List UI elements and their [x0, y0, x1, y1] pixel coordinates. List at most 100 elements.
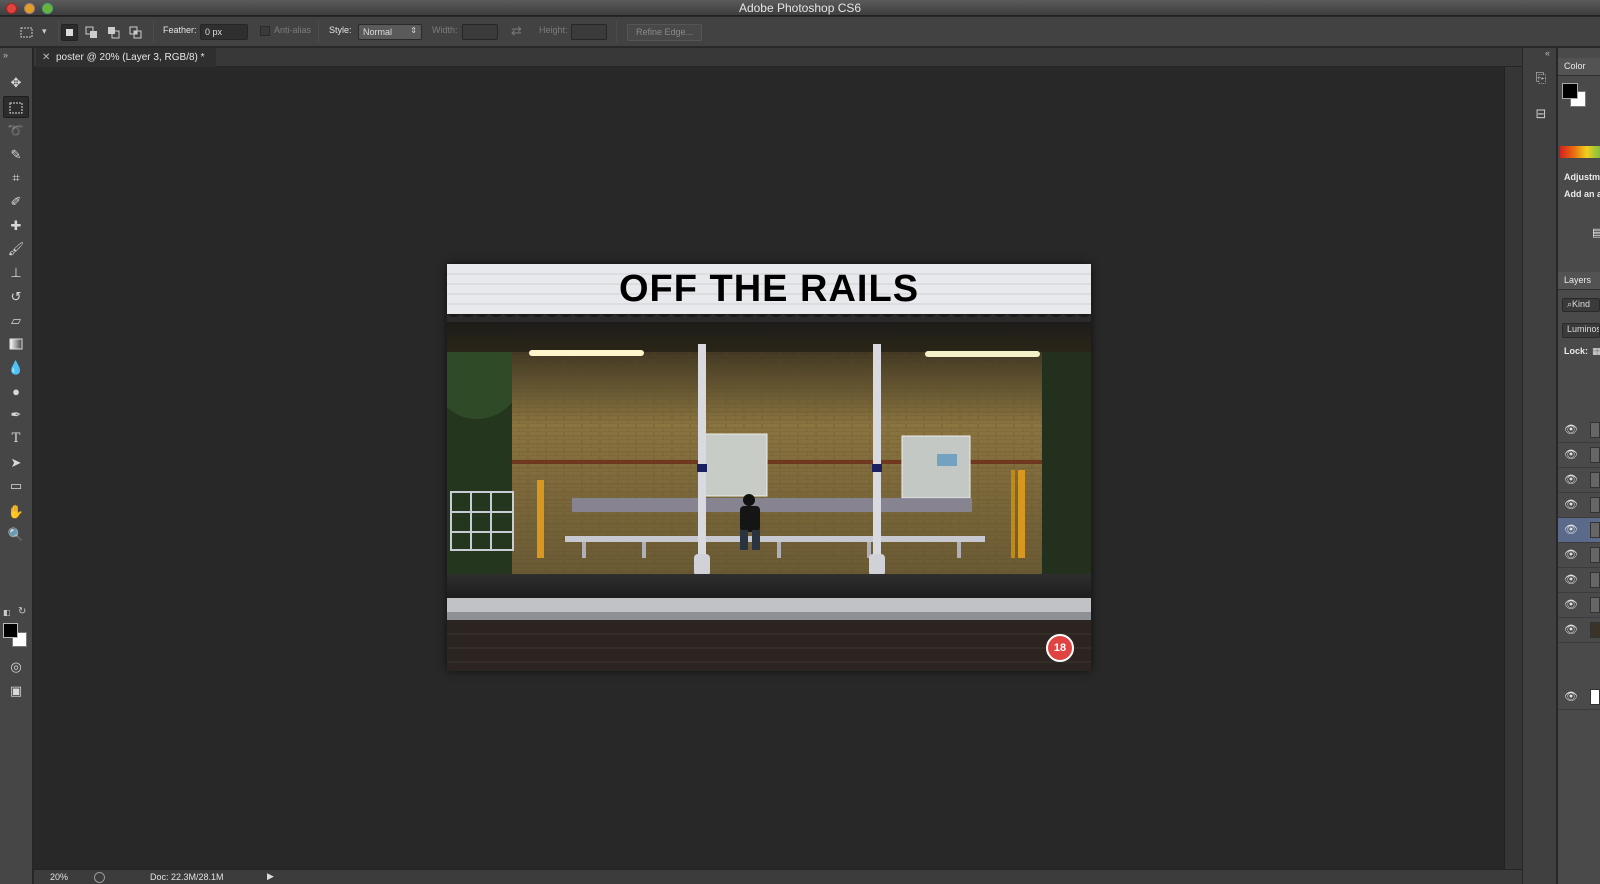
dodge-tool-icon[interactable]: ● — [3, 381, 29, 403]
history-panel-icon[interactable]: ⎘ — [1531, 70, 1551, 88]
move-tool-icon[interactable]: ✥ — [3, 72, 29, 94]
layer-thumbnail — [1590, 689, 1600, 705]
document-tab[interactable]: ✕ poster @ 20% (Layer 3, RGB/8) * — [36, 48, 216, 67]
hand-tool-icon[interactable]: ✋ — [3, 501, 29, 523]
spot-healing-tool-icon[interactable]: ✚ — [3, 215, 29, 237]
blur-tool-icon[interactable]: 💧 — [3, 357, 29, 379]
layer-row[interactable]: 👁 — [1558, 493, 1600, 518]
layer-row[interactable]: 👁 — [1558, 685, 1600, 710]
color-ramp[interactable] — [1560, 146, 1600, 158]
visibility-eye-icon[interactable]: 👁 — [1564, 598, 1578, 611]
poster-image[interactable]: OFF THE RAILS 18 — [447, 264, 1091, 671]
eyedropper-tool-icon[interactable]: ✐ — [3, 191, 29, 213]
gradient-tool-icon[interactable] — [3, 333, 29, 355]
rectangular-marquee-tool-icon[interactable] — [3, 96, 29, 118]
layer-row[interactable]: 👁 — [1558, 418, 1600, 443]
layer-kind-filter[interactable]: ⌕Kind — [1562, 298, 1600, 312]
eraser-tool-icon[interactable]: ▱ — [3, 310, 29, 332]
layers-panel-tab[interactable]: Layers — [1558, 272, 1600, 290]
swap-colors-icon[interactable]: ↻ — [18, 606, 26, 617]
rectangle-tool-icon[interactable]: ▭ — [3, 475, 29, 497]
status-info-icon[interactable] — [94, 872, 105, 883]
feather-input[interactable]: 0 px — [200, 24, 248, 40]
select-arrows-icon: ⇕ — [410, 26, 417, 35]
type-tool-icon[interactable]: T — [3, 428, 29, 450]
layer-thumbnail — [1590, 422, 1600, 438]
visibility-eye-icon[interactable]: 👁 — [1564, 690, 1578, 703]
close-document-icon[interactable]: ✕ — [42, 48, 50, 67]
add-to-selection-icon[interactable] — [83, 24, 100, 41]
anti-alias-label: Anti-alias — [274, 25, 312, 35]
chevron-down-icon[interactable]: ▾ — [42, 26, 47, 37]
layer-row[interactable]: 👁 — [1558, 593, 1600, 618]
visibility-eye-icon[interactable]: 👁 — [1564, 623, 1578, 636]
color-panel-foreground-swatch[interactable] — [1562, 83, 1578, 99]
style-select[interactable]: Normal ⇕ — [358, 24, 422, 40]
width-label: Width: — [432, 25, 458, 35]
blend-mode-select[interactable]: Luminos — [1562, 323, 1600, 338]
crop-tool-icon[interactable]: ⌗ — [3, 167, 29, 189]
marquee-tool-preset-icon[interactable] — [18, 24, 35, 41]
properties-panel-icon[interactable]: ⊟ — [1531, 106, 1551, 124]
layer-row[interactable]: 👁 — [1558, 443, 1600, 468]
height-input[interactable] — [571, 24, 607, 40]
visibility-eye-icon[interactable]: 👁 — [1564, 498, 1578, 511]
visibility-eye-icon[interactable]: 👁 — [1564, 448, 1578, 461]
document-size-info: Doc: 22.3M/28.1M — [150, 872, 224, 882]
width-input[interactable] — [462, 24, 498, 40]
collapse-dock-icon[interactable]: « — [1545, 48, 1550, 58]
path-selection-tool-icon[interactable]: ➤ — [3, 452, 29, 474]
refine-edge-button[interactable]: Refine Edge... — [627, 24, 702, 41]
canopy-valance-decoration — [447, 314, 1091, 322]
poster-title-text: OFF THE RAILS — [618, 268, 920, 310]
quick-selection-tool-icon[interactable]: ✎ — [3, 144, 29, 166]
layer-row[interactable]: 👁 — [1558, 518, 1600, 543]
tools-panel: » ✥ ➰ ✎ ⌗ ✐ ✚ 🖌 ⊥ ↺ ▱ 💧 ● ✒ T ➤ ▭ ✋ 🔍 ◧ … — [0, 48, 33, 884]
layer-row[interactable]: 👁 — [1558, 618, 1600, 643]
layer-kind-filter-label: Kind — [1572, 299, 1591, 309]
layer-thumbnail — [1590, 522, 1600, 538]
foreground-color-swatch[interactable] — [3, 623, 18, 638]
lock-label: Lock: — [1564, 346, 1589, 356]
lock-transparent-icon[interactable]: ▦ — [1592, 346, 1600, 357]
anti-alias-checkbox[interactable] — [260, 26, 270, 36]
clone-stamp-tool-icon[interactable]: ⊥ — [3, 262, 29, 284]
subtract-from-selection-icon[interactable] — [105, 24, 122, 41]
adjustments-panel-title[interactable]: Adjustm — [1564, 172, 1600, 182]
layer-thumbnail — [1590, 447, 1600, 463]
status-menu-arrow-icon[interactable]: ▶ — [267, 871, 274, 882]
vertical-scrollbar[interactable] — [1504, 67, 1522, 869]
default-colors-icon[interactable]: ◧ — [3, 608, 11, 617]
app-title: Adobe Photoshop CS6 — [738, 1, 862, 15]
zoom-tool-icon[interactable]: 🔍 — [3, 524, 29, 546]
zoom-level-field[interactable]: 20% — [50, 872, 68, 882]
new-selection-icon[interactable] — [61, 24, 78, 41]
layer-row[interactable]: 👁 — [1558, 543, 1600, 568]
visibility-eye-icon[interactable]: 👁 — [1564, 573, 1578, 586]
brush-tool-icon[interactable]: 🖌 — [3, 238, 29, 260]
collapse-toolbar-icon[interactable]: » — [3, 50, 8, 60]
visibility-eye-icon[interactable]: 👁 — [1564, 523, 1578, 536]
swap-width-height-icon[interactable]: ⇄ — [511, 23, 522, 39]
layer-row[interactable]: 👁 — [1558, 568, 1600, 593]
color-panel-tab[interactable]: Color — [1558, 58, 1600, 76]
quick-mask-icon[interactable]: ◎ — [3, 656, 29, 678]
pen-tool-icon[interactable]: ✒ — [3, 404, 29, 426]
history-brush-tool-icon[interactable]: ↺ — [3, 286, 29, 308]
visibility-eye-icon[interactable]: 👁 — [1564, 473, 1578, 486]
lasso-tool-icon[interactable]: ➰ — [3, 120, 29, 142]
intersect-selection-icon[interactable] — [127, 24, 144, 41]
panels-column: Color Adjustm Add an a ▤ Layers ⌕Kind Lu… — [1558, 48, 1600, 884]
layer-thumbnail — [1590, 472, 1600, 488]
layer-thumbnail — [1590, 547, 1600, 563]
levels-adjustment-icon[interactable]: ▤ — [1592, 226, 1600, 239]
layer-thumbnail — [1590, 622, 1600, 638]
layer-row[interactable]: 👁 — [1558, 468, 1600, 493]
visibility-eye-icon[interactable]: 👁 — [1564, 548, 1578, 561]
visibility-eye-icon[interactable]: 👁 — [1564, 423, 1578, 436]
height-label: Height: — [539, 25, 568, 35]
document-tab-bar: ✕ poster @ 20% (Layer 3, RGB/8) * — [34, 48, 1527, 67]
screen-mode-icon[interactable]: ▣ — [3, 680, 29, 702]
layer-thumbnail — [1590, 597, 1600, 613]
style-select-value: Normal — [363, 27, 393, 37]
